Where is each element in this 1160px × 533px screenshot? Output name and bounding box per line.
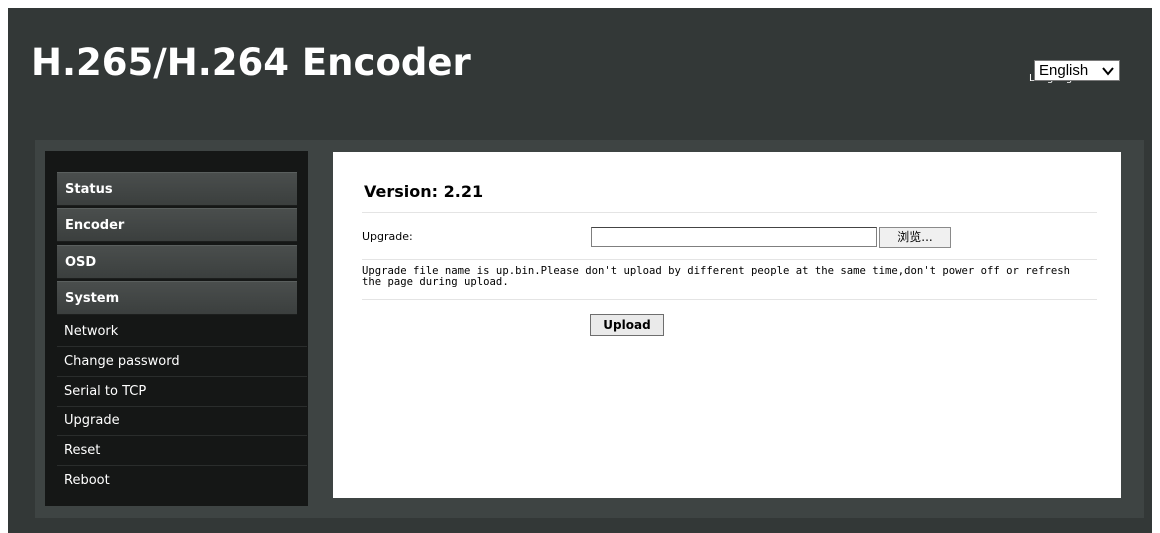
chevron-down-icon [1102, 67, 1114, 76]
language-select[interactable]: English [1034, 60, 1120, 81]
sidebar-item-reset[interactable]: Reset [57, 436, 307, 466]
sidebar-section-status[interactable]: Status [57, 172, 297, 206]
sidebar-item-change-password[interactable]: Change password [57, 347, 307, 377]
divider [362, 299, 1097, 300]
sidebar-section-system[interactable]: System [57, 281, 297, 315]
sidebar-section-label: OSD [65, 255, 97, 270]
upgrade-note: Upgrade file name is up.bin.Please don't… [362, 265, 1070, 288]
sidebar-section-label: Encoder [65, 218, 125, 233]
sidebar-item-label: Change password [64, 354, 180, 369]
sidebar-section-label: System [65, 291, 120, 306]
language-selected-value: English [1039, 62, 1089, 79]
sidebar-item-reboot[interactable]: Reboot [57, 466, 307, 496]
divider [362, 212, 1097, 213]
sidebar-item-upgrade[interactable]: Upgrade [57, 406, 307, 436]
sidebar-item-label: Reset [64, 443, 101, 458]
sidebar-section-osd[interactable]: OSD [57, 245, 297, 279]
sidebar-item-label: Reboot [64, 473, 110, 488]
sidebar-section-encoder[interactable]: Encoder [57, 208, 297, 242]
sidebar-item-network[interactable]: Network [57, 317, 307, 347]
version-heading: Version: 2.21 [364, 182, 484, 201]
main-panel [333, 152, 1121, 498]
upload-button[interactable]: Upload [590, 314, 664, 336]
sidebar-item-label: Upgrade [64, 413, 120, 428]
sidebar-item-label: Serial to TCP [64, 384, 147, 399]
sidebar-section-label: Status [65, 182, 113, 197]
sidebar-item-label: Network [64, 324, 119, 339]
file-path-input[interactable] [591, 227, 877, 247]
page-title: H.265/H.264 Encoder [31, 41, 471, 84]
divider [362, 259, 1097, 260]
sidebar-item-serial-to-tcp[interactable]: Serial to TCP [57, 377, 307, 407]
browse-button[interactable]: 浏览... [879, 227, 951, 248]
upgrade-label: Upgrade: [362, 230, 413, 243]
